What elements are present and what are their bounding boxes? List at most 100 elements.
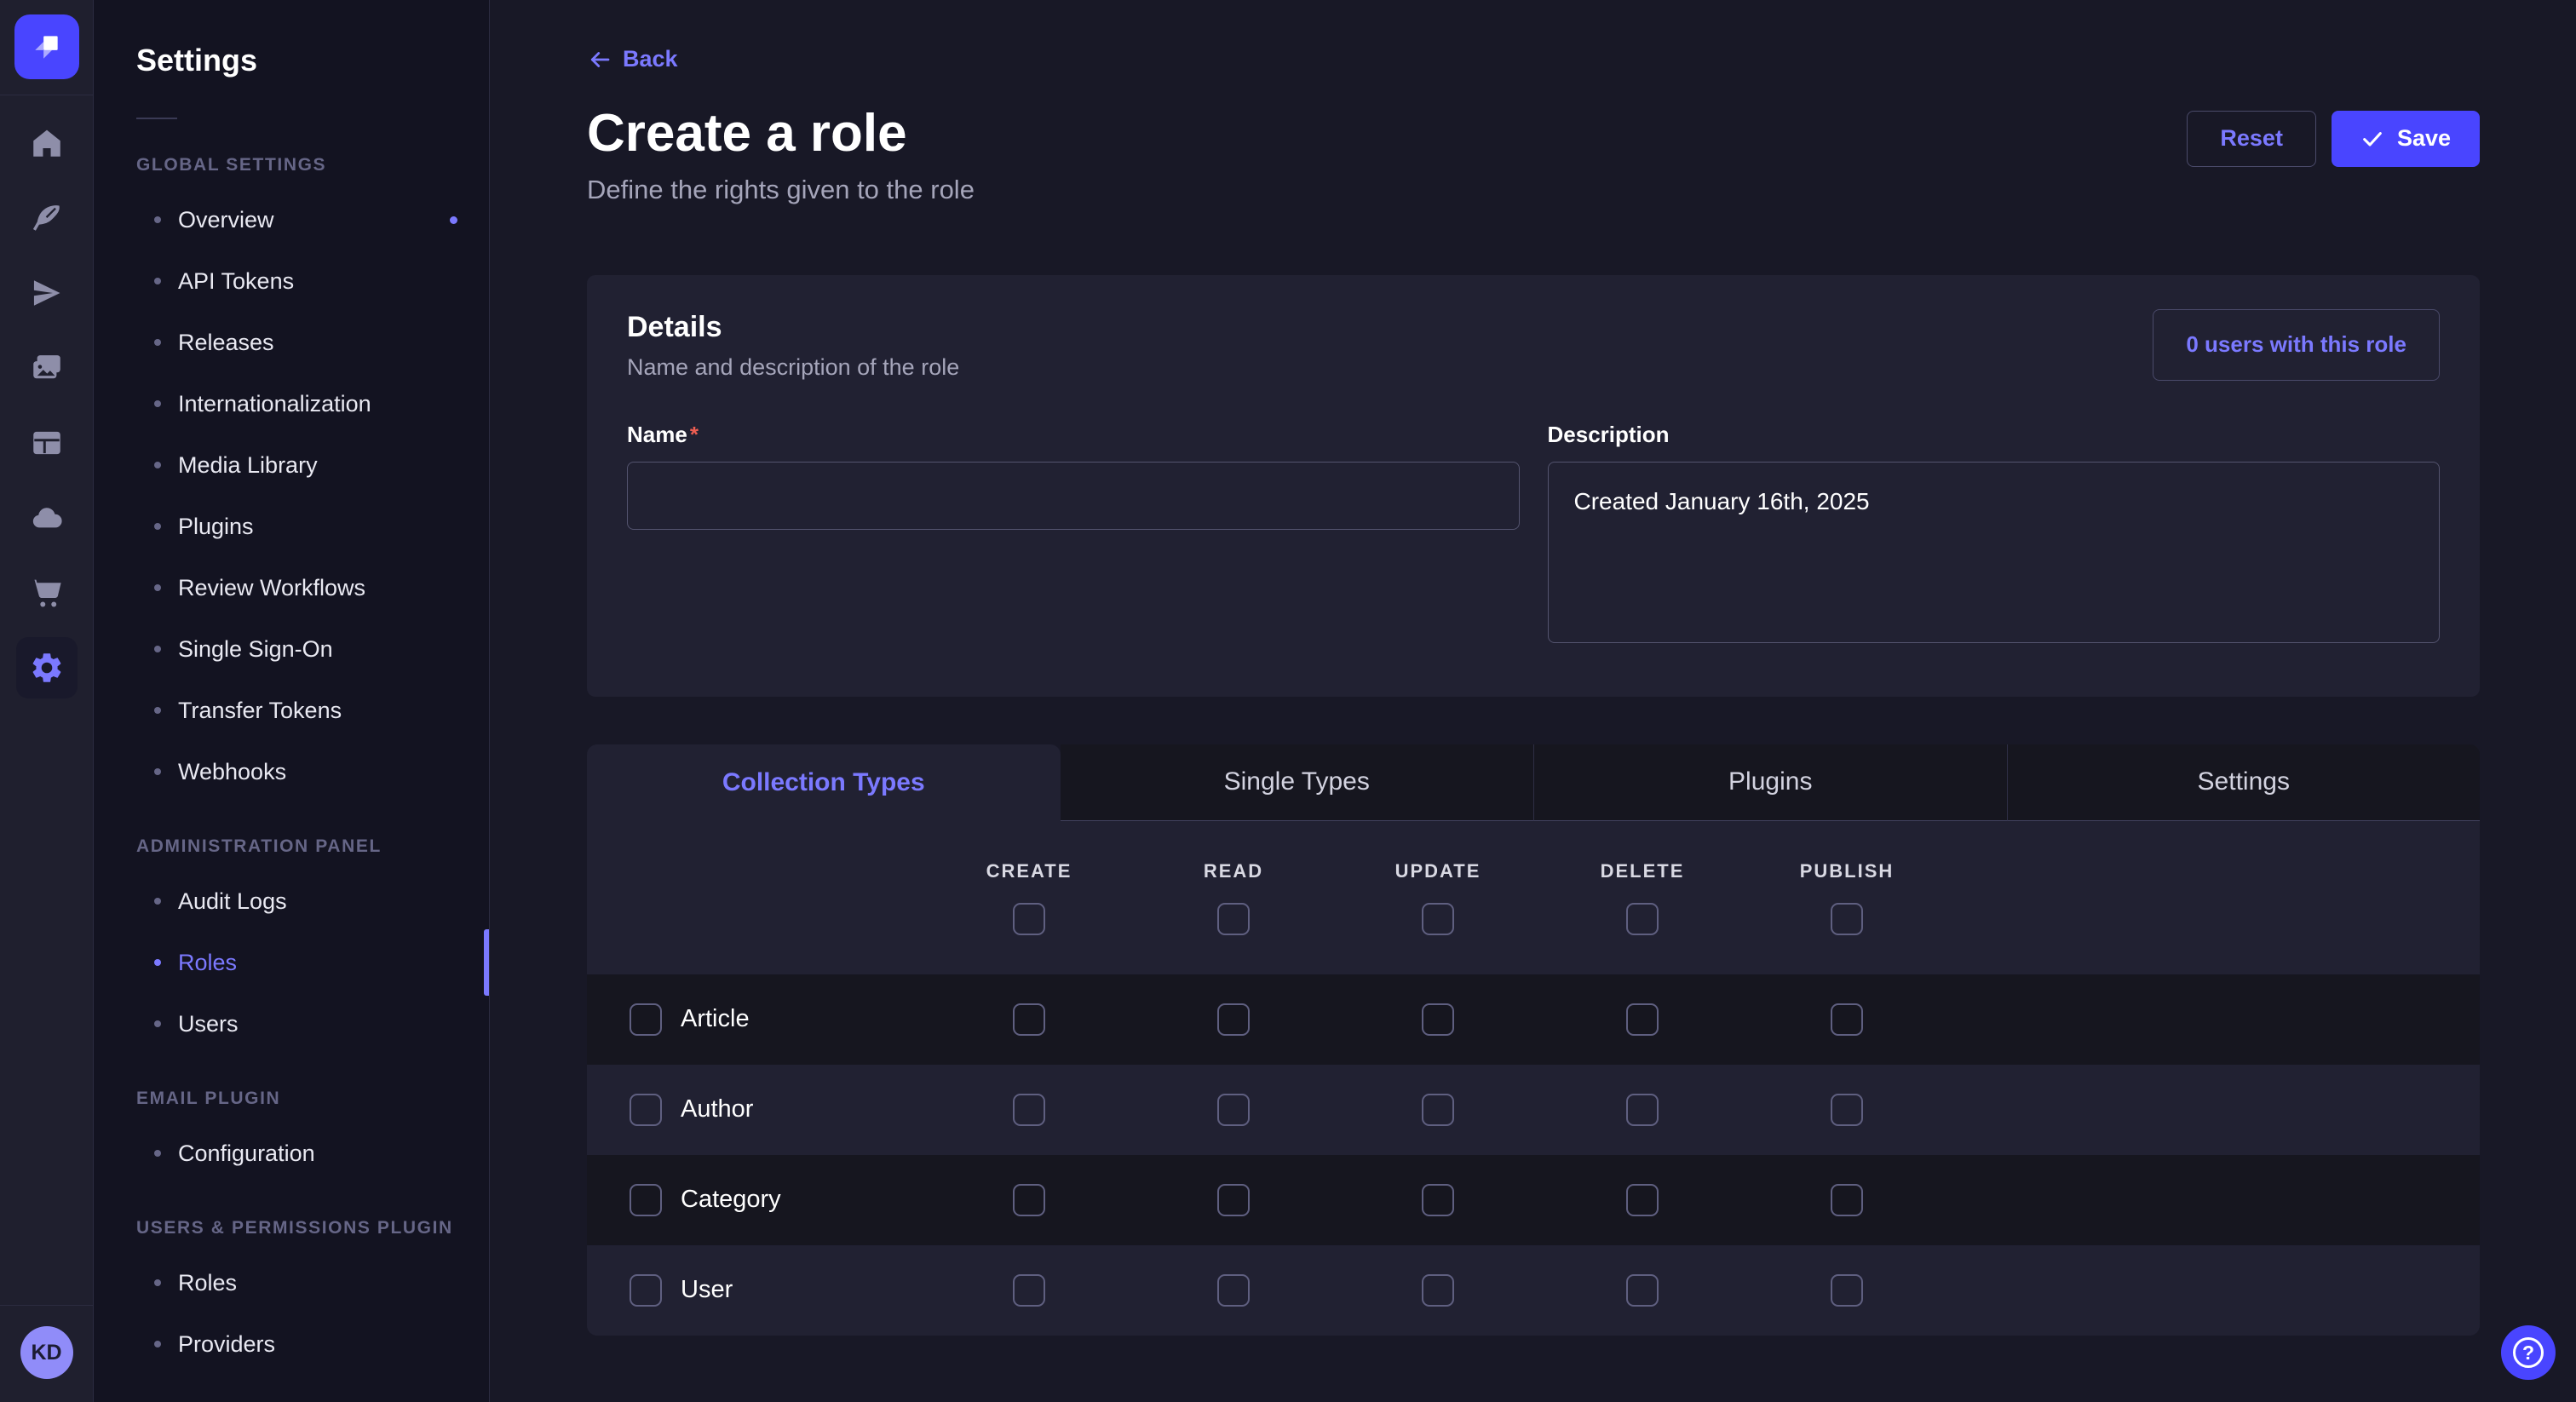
- article-read-checkbox[interactable]: [1217, 1003, 1250, 1036]
- main-content: Back Create a role Define the rights giv…: [490, 0, 2576, 1402]
- sidebar-item-internationalization[interactable]: Internationalization: [94, 373, 489, 434]
- article-row-checkbox[interactable]: [630, 1003, 662, 1036]
- author-read-checkbox[interactable]: [1217, 1094, 1250, 1126]
- reset-button[interactable]: Reset: [2187, 111, 2316, 167]
- select-all-delete-checkbox[interactable]: [1626, 903, 1659, 935]
- permissions-panel: CREATE READ UPDATE DELETE: [587, 821, 2480, 1336]
- table-row-category: Category: [587, 1155, 2480, 1245]
- sidebar-item-audit-logs[interactable]: Audit Logs: [94, 871, 489, 932]
- section-email-plugin: EMAIL PLUGIN Configuration: [94, 1089, 489, 1184]
- author-publish-checkbox[interactable]: [1831, 1094, 1863, 1126]
- article-create-checkbox[interactable]: [1013, 1003, 1045, 1036]
- save-button[interactable]: Save: [2332, 111, 2480, 167]
- required-asterisk: *: [690, 422, 699, 447]
- description-textarea[interactable]: Created January 16th, 2025: [1548, 462, 2441, 643]
- sidebar-item-roles-up[interactable]: Roles: [94, 1252, 489, 1313]
- author-delete-checkbox[interactable]: [1626, 1094, 1659, 1126]
- cloud-icon: [16, 487, 78, 549]
- category-read-checkbox[interactable]: [1217, 1184, 1250, 1216]
- author-row-checkbox[interactable]: [630, 1094, 662, 1126]
- row-label-cell: User: [587, 1274, 927, 1307]
- column-read: READ: [1131, 860, 1336, 935]
- media-library-nav-button[interactable]: [0, 330, 94, 405]
- permissions-tabs: Collection Types Single Types Plugins Se…: [587, 744, 2480, 821]
- question-mark-icon: ?: [2513, 1337, 2544, 1368]
- category-delete-checkbox[interactable]: [1626, 1184, 1659, 1216]
- releases-nav-button[interactable]: [0, 256, 94, 330]
- article-publish-checkbox[interactable]: [1831, 1003, 1863, 1036]
- details-card: Details Name and description of the role…: [587, 275, 2480, 697]
- marketplace-nav-button[interactable]: [0, 555, 94, 630]
- permissions-table-header: CREATE READ UPDATE DELETE: [587, 821, 2480, 974]
- tab-settings[interactable]: Settings: [2007, 744, 2481, 821]
- tab-plugins[interactable]: Plugins: [1533, 744, 2007, 821]
- sidebar-item-roles-admin[interactable]: Roles: [94, 932, 489, 993]
- column-publish: PUBLISH: [1745, 860, 1949, 935]
- sidebar-item-overview[interactable]: Overview: [94, 189, 489, 250]
- row-label-cell: Category: [587, 1184, 927, 1216]
- page-header: Create a role Define the rights given to…: [587, 106, 2480, 205]
- permissions-section: Collection Types Single Types Plugins Se…: [587, 744, 2480, 1336]
- user-update-checkbox[interactable]: [1422, 1274, 1454, 1307]
- sidebar-item-single-sign-on[interactable]: Single Sign-On: [94, 618, 489, 680]
- tab-collection-types[interactable]: Collection Types: [587, 744, 1061, 821]
- category-row-checkbox[interactable]: [630, 1184, 662, 1216]
- select-all-update-checkbox[interactable]: [1422, 903, 1454, 935]
- user-create-checkbox[interactable]: [1013, 1274, 1045, 1307]
- help-button[interactable]: ?: [2501, 1325, 2556, 1380]
- section-header: EMAIL PLUGIN: [136, 1089, 489, 1109]
- table-row-author: Author: [587, 1065, 2480, 1155]
- sidebar-item-users[interactable]: Users: [94, 993, 489, 1054]
- category-create-checkbox[interactable]: [1013, 1184, 1045, 1216]
- page-title: Create a role: [587, 106, 975, 161]
- details-fields: Name* Description Created January 16th, …: [627, 422, 2440, 647]
- settings-nav-button[interactable]: [0, 630, 94, 705]
- article-delete-checkbox[interactable]: [1626, 1003, 1659, 1036]
- article-update-checkbox[interactable]: [1422, 1003, 1454, 1036]
- description-label: Description: [1548, 422, 2441, 448]
- user-delete-checkbox[interactable]: [1626, 1274, 1659, 1307]
- sidebar-item-providers[interactable]: Providers: [94, 1313, 489, 1375]
- sidebar-item-media-library[interactable]: Media Library: [94, 434, 489, 496]
- select-all-create-checkbox[interactable]: [1013, 903, 1045, 935]
- select-all-publish-checkbox[interactable]: [1831, 903, 1863, 935]
- section-administration-panel: ADMINISTRATION PANEL Audit Logs Roles Us…: [94, 836, 489, 1054]
- tab-single-types[interactable]: Single Types: [1061, 744, 1534, 821]
- category-publish-checkbox[interactable]: [1831, 1184, 1863, 1216]
- user-row-checkbox[interactable]: [630, 1274, 662, 1307]
- notification-dot: [450, 216, 457, 224]
- author-create-checkbox[interactable]: [1013, 1094, 1045, 1126]
- media-library-icon: [16, 337, 78, 399]
- cart-icon: [16, 562, 78, 623]
- sidebar-item-transfer-tokens[interactable]: Transfer Tokens: [94, 680, 489, 741]
- deploy-nav-button[interactable]: [0, 480, 94, 555]
- category-update-checkbox[interactable]: [1422, 1184, 1454, 1216]
- sidebar-item-configuration[interactable]: Configuration: [94, 1123, 489, 1184]
- sidebar-item-api-tokens[interactable]: API Tokens: [94, 250, 489, 312]
- back-link[interactable]: Back: [587, 46, 678, 72]
- sidebar-item-releases[interactable]: Releases: [94, 312, 489, 373]
- home-icon: [16, 112, 78, 174]
- content-type-builder-nav-button[interactable]: [0, 405, 94, 480]
- app-root: KD Settings GLOBAL SETTINGS Overview API…: [0, 0, 2576, 1402]
- layout-icon: [16, 412, 78, 474]
- author-update-checkbox[interactable]: [1422, 1094, 1454, 1126]
- sidebar-item-review-workflows[interactable]: Review Workflows: [94, 557, 489, 618]
- content-manager-nav-button[interactable]: [0, 181, 94, 256]
- user-publish-checkbox[interactable]: [1831, 1274, 1863, 1307]
- sidebar-item-plugins[interactable]: Plugins: [94, 496, 489, 557]
- row-label-cell: Author: [587, 1094, 927, 1126]
- sidebar-item-webhooks[interactable]: Webhooks: [94, 741, 489, 802]
- header-actions: Reset Save: [2187, 111, 2480, 167]
- user-avatar[interactable]: KD: [20, 1326, 73, 1379]
- users-with-role-button[interactable]: 0 users with this role: [2153, 309, 2440, 381]
- name-input[interactable]: [627, 462, 1520, 530]
- strapi-logo[interactable]: [14, 14, 79, 79]
- section-header: ADMINISTRATION PANEL: [136, 836, 489, 857]
- user-read-checkbox[interactable]: [1217, 1274, 1250, 1307]
- home-nav-button[interactable]: [0, 106, 94, 181]
- nav-icon-list: [0, 106, 94, 705]
- table-row-article: Article: [587, 974, 2480, 1065]
- select-all-read-checkbox[interactable]: [1217, 903, 1250, 935]
- arrow-left-icon: [587, 47, 612, 72]
